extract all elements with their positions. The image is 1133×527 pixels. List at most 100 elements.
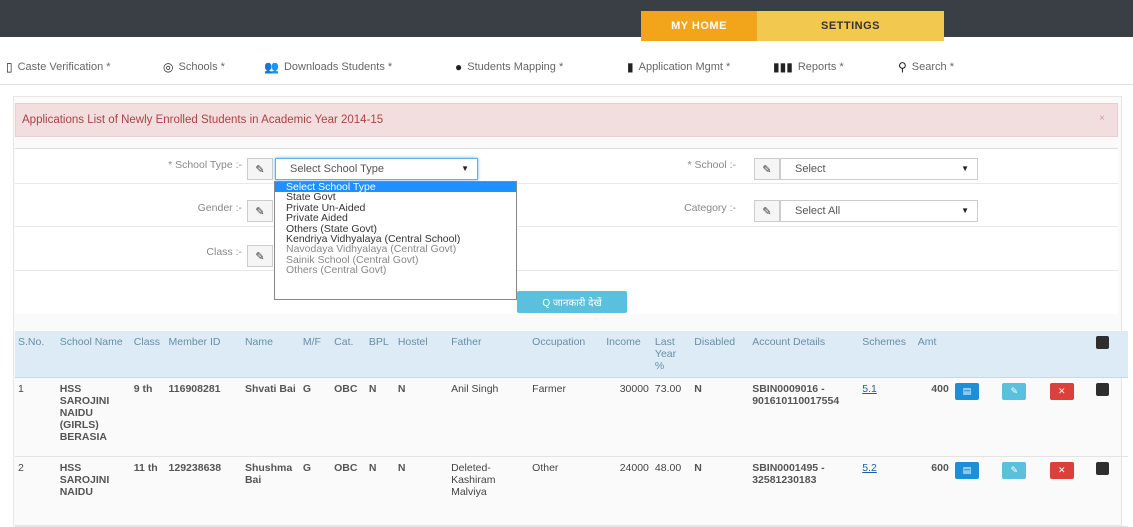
camera-icon: ◎: [163, 60, 174, 74]
cell-mf: G: [299, 456, 332, 527]
bar-chart-icon: ▮▮▮: [773, 60, 793, 74]
menu-caste-verification[interactable]: ▯ Caste Verification *: [6, 60, 111, 74]
cell-category: OBC: [331, 377, 366, 457]
cell-print: ▤: [951, 456, 1000, 527]
dropdown-option[interactable]: Navodaya Vidhyalaya (Central Govt): [275, 244, 516, 254]
select-all-checkbox[interactable]: [1096, 336, 1110, 349]
nav-settings[interactable]: SETTINGS: [757, 11, 944, 41]
cell-bpl: N: [365, 456, 395, 527]
pencil-icon: ✎: [754, 158, 780, 180]
col-school-name: School Name: [56, 331, 131, 378]
delete-icon[interactable]: ✕: [1049, 383, 1074, 400]
dropdown-option[interactable]: Select School Type: [275, 182, 516, 193]
cell-amount: 600: [914, 456, 952, 527]
cell-class: 11 th: [130, 456, 166, 527]
school-select[interactable]: Select ▼: [780, 158, 978, 180]
chevron-down-icon: ▼: [461, 164, 469, 173]
menu-label: Caste Verification *: [17, 61, 111, 73]
col-member-id: Member ID: [165, 331, 242, 378]
menu-downloads-students[interactable]: 👥 Downloads Students *: [264, 60, 392, 74]
nav-my-home[interactable]: MY HOME: [641, 11, 757, 41]
cell-category: OBC: [331, 456, 366, 527]
menu-label: Application Mgmt *: [638, 61, 731, 73]
delete-icon[interactable]: ✕: [1049, 462, 1074, 479]
students-table: S.No. School Name Class Member ID Name M…: [15, 331, 1128, 527]
cell-scheme: 5.2: [859, 456, 915, 527]
school-type-select[interactable]: Select School Type ▼: [275, 158, 478, 180]
menu-label: Reports *: [797, 61, 844, 73]
cell-school: HSS SAROJINI NAIDU (GIRLS) BERASIA: [56, 377, 131, 457]
col-amount: Amt: [914, 331, 952, 378]
col-account-details: Account Details: [749, 331, 860, 378]
print-icon[interactable]: ▤: [954, 462, 979, 479]
school-type-label: * School Type :-: [168, 159, 242, 171]
dropdown-option[interactable]: Sainik School (Central Govt): [275, 255, 516, 265]
col-mf: M/F: [299, 331, 332, 378]
dropdown-option[interactable]: Others (State Govt): [275, 224, 516, 234]
cell-account: SBIN0001495 - 32581230183: [749, 456, 860, 527]
dropdown-option[interactable]: Others (Central Govt): [275, 265, 516, 275]
chevron-down-icon: ▼: [961, 206, 969, 215]
cell-school: HSS SAROJINI NAIDU: [56, 456, 131, 527]
menu-label: Search *: [911, 61, 954, 73]
category-value: Select All: [795, 205, 841, 217]
col-disabled: Disabled: [691, 331, 750, 378]
school-value: Select: [795, 163, 826, 175]
cell-member-id: 116908281: [165, 377, 242, 457]
dropdown-option[interactable]: Private Un-Aided: [275, 203, 516, 213]
table-header-row: S.No. School Name Class Member ID Name M…: [15, 331, 1128, 378]
pencil-icon: ✎: [754, 200, 780, 222]
edit-icon[interactable]: ✎: [1002, 383, 1027, 400]
cell-occupation: Farmer: [529, 377, 604, 457]
cell-select: [1093, 377, 1128, 457]
col-print: [951, 331, 1000, 378]
col-sno: S.No.: [15, 331, 57, 378]
chevron-down-icon: ▼: [961, 164, 969, 173]
menu-label: Students Mapping *: [467, 61, 564, 73]
class-label: Class :-: [206, 246, 242, 258]
cell-disabled: N: [691, 377, 750, 457]
col-income: Income: [603, 331, 652, 378]
col-occupation: Occupation: [529, 331, 604, 378]
category-label: Category :-: [684, 202, 736, 214]
row-checkbox[interactable]: [1096, 462, 1110, 475]
close-icon[interactable]: ×: [1099, 113, 1105, 124]
cell-print: ▤: [951, 377, 1000, 457]
col-edit: [999, 331, 1047, 378]
dropdown-option[interactable]: Kendriya Vidhyalaya (Central School): [275, 234, 516, 244]
gender-label: Gender :-: [197, 202, 242, 214]
cell-mf: G: [299, 377, 332, 457]
table-row: 1 HSS SAROJINI NAIDU (GIRLS) BERASIA 9 t…: [15, 377, 1128, 457]
dropdown-option[interactable]: Private Aided: [275, 213, 516, 223]
menu-students-mapping[interactable]: ● Students Mapping *: [455, 60, 563, 74]
cell-sno: 1: [15, 377, 57, 457]
menu-reports[interactable]: ▮▮▮ Reports *: [773, 60, 844, 74]
cell-member-id: 129238638: [165, 456, 242, 527]
category-select[interactable]: Select All ▼: [780, 200, 978, 222]
row-checkbox[interactable]: [1096, 383, 1110, 396]
col-bpl: BPL: [365, 331, 395, 378]
cell-hostel: N: [394, 377, 449, 457]
edit-icon[interactable]: ✎: [1002, 462, 1027, 479]
menu-schools[interactable]: ◎ Schools *: [163, 60, 225, 74]
print-icon[interactable]: ▤: [954, 383, 979, 400]
dropdown-option[interactable]: State Govt: [275, 192, 516, 202]
scheme-link[interactable]: 5.1: [862, 383, 877, 395]
pencil-icon: ✎: [247, 245, 273, 267]
menu-search[interactable]: ⚲ Search *: [898, 60, 954, 74]
col-category: Cat.: [331, 331, 366, 378]
cell-disabled: N: [691, 456, 750, 527]
cell-amount: 400: [914, 377, 952, 457]
cell-class: 9 th: [130, 377, 166, 457]
users-icon: 👥: [264, 60, 279, 74]
cell-income: 30000: [603, 377, 652, 457]
col-hostel: Hostel: [394, 331, 449, 378]
cell-hostel: N: [394, 456, 449, 527]
school-type-dropdown[interactable]: Select School Type State Govt Private Un…: [274, 181, 517, 300]
top-bar: [0, 0, 1133, 37]
menu-application-mgmt[interactable]: ▮ Application Mgmt *: [627, 60, 730, 74]
search-button[interactable]: Q जानकारी देखें: [517, 291, 627, 313]
school-label: * School :-: [687, 159, 736, 171]
scheme-link[interactable]: 5.2: [862, 462, 877, 474]
pin-icon: ⚲: [898, 60, 907, 74]
